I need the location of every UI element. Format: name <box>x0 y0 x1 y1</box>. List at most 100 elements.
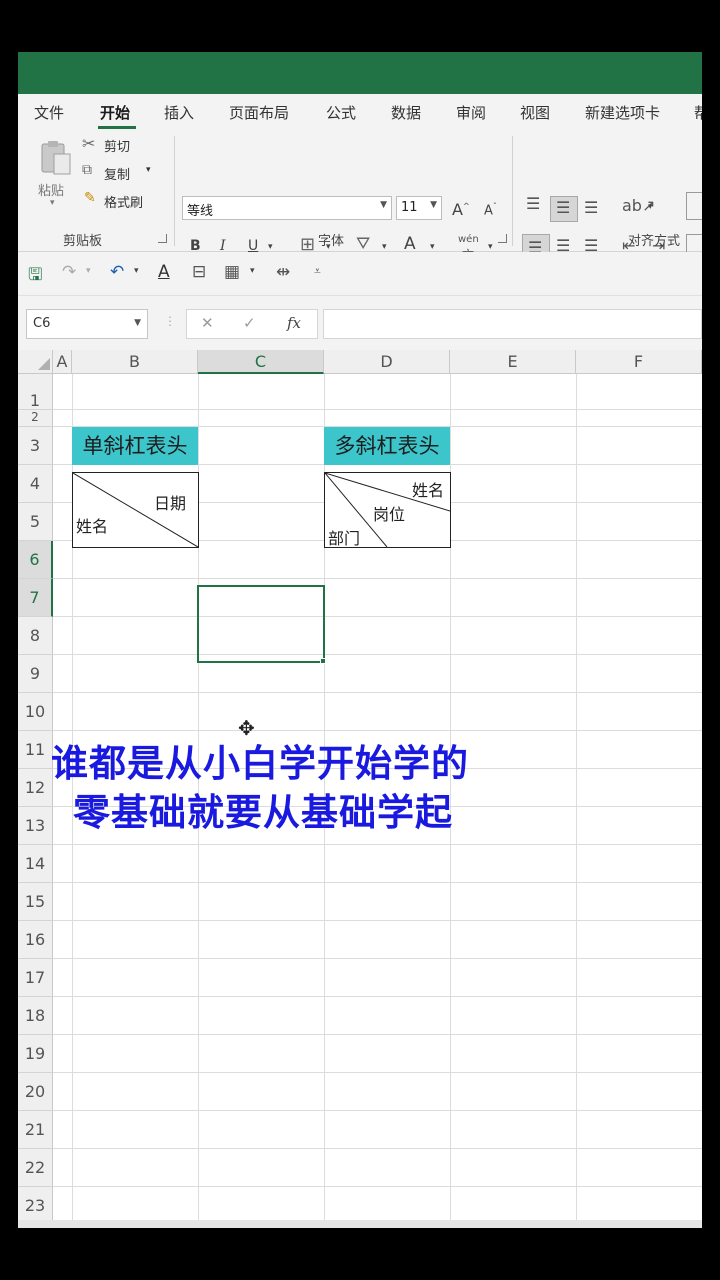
row-header-10[interactable]: 10 <box>18 693 53 731</box>
font-color-quick-icon[interactable]: A <box>158 262 170 282</box>
multi-slash-header-title[interactable]: 多斜杠表头 <box>324 427 450 465</box>
tab-home[interactable]: 开始 <box>100 102 130 123</box>
save-icon[interactable]: 🖫 <box>28 262 42 291</box>
formula-input[interactable] <box>323 309 702 339</box>
cancel-entry-icon[interactable]: ✕ <box>201 314 214 332</box>
font-group-label: 字体 <box>318 234 345 249</box>
middle-align-icon: ☰ <box>556 198 571 217</box>
col-header-f[interactable]: F <box>576 350 702 374</box>
row-header-5[interactable]: 5 <box>18 503 53 541</box>
format-painter-button[interactable]: ✎ 格式刷 <box>82 190 172 212</box>
name-box[interactable]: C6 ▼ <box>26 309 148 339</box>
font-size-select[interactable]: 11 ▼ <box>396 196 442 220</box>
col-header-d[interactable]: D <box>324 350 450 374</box>
bottom-align-icon[interactable]: ☰ <box>584 198 598 217</box>
row-header-16[interactable]: 16 <box>18 921 53 959</box>
column-width-icon[interactable]: ⇹ <box>276 262 290 282</box>
tab-page-layout[interactable]: 页面布局 <box>229 102 289 123</box>
grid-line <box>53 1148 702 1149</box>
chevron-down-icon[interactable]: ▾ <box>430 242 435 252</box>
row-header-4[interactable]: 4 <box>18 465 53 503</box>
undo-icon[interactable]: ↶ <box>110 262 124 282</box>
cut-button[interactable]: ✂ 剪切 <box>82 134 162 156</box>
tab-view[interactable]: 视图 <box>520 102 550 123</box>
grid-line <box>53 844 702 845</box>
single-slash-header-title[interactable]: 单斜杠表头 <box>72 427 198 465</box>
row-header-20[interactable]: 20 <box>18 1073 53 1111</box>
paste-dropdown-icon: ▾ <box>50 198 55 208</box>
tab-data[interactable]: 数据 <box>391 102 421 123</box>
active-tab-underline <box>98 126 136 129</box>
row-header-11[interactable]: 11 <box>18 731 53 769</box>
row-header-8[interactable]: 8 <box>18 617 53 655</box>
insert-function-icon[interactable]: fx <box>287 314 301 332</box>
single-header-bottom-left-label: 姓名 <box>76 517 109 536</box>
chevron-down-icon[interactable]: ▾ <box>488 242 493 252</box>
tab-help[interactable]: 帮 <box>694 102 702 123</box>
chevron-down-icon[interactable]: ▾ <box>250 266 255 276</box>
row-header-21[interactable]: 21 <box>18 1111 53 1149</box>
middle-align-button[interactable]: ☰ <box>550 196 578 222</box>
fill-handle[interactable] <box>320 658 326 664</box>
row-header-12[interactable]: 12 <box>18 769 53 807</box>
chevron-down-icon[interactable]: ▾ <box>648 202 653 212</box>
row-header-2[interactable]: 2 <box>18 410 53 427</box>
row-header-19[interactable]: 19 <box>18 1035 53 1073</box>
tab-formulas[interactable]: 公式 <box>326 102 356 123</box>
tab-review[interactable]: 审阅 <box>456 102 486 123</box>
row-header-3[interactable]: 3 <box>18 427 53 465</box>
paste-button[interactable]: 粘贴 ▾ <box>32 136 78 216</box>
select-all-corner[interactable] <box>18 350 53 374</box>
tab-insert[interactable]: 插入 <box>164 102 194 123</box>
clipboard-launcher-icon[interactable] <box>158 234 167 243</box>
row-header-18[interactable]: 18 <box>18 997 53 1035</box>
alignment-group-label: 对齐方式 <box>628 234 681 249</box>
format-table-icon[interactable]: ▦ <box>224 262 240 282</box>
chevron-down-icon[interactable]: ▾ <box>134 266 139 276</box>
grow-font-icon[interactable]: A^ <box>452 200 470 219</box>
tab-file[interactable]: 文件 <box>34 102 64 123</box>
phonetic-guide-icon[interactable]: wén <box>458 234 479 245</box>
confirm-entry-icon[interactable]: ✓ <box>243 314 256 332</box>
chevron-down-icon[interactable]: ▾ <box>268 242 273 252</box>
font-name-value: 等线 <box>187 204 214 219</box>
customize-qat-icon[interactable]: ⩡ <box>314 264 321 279</box>
row-header-6[interactable]: 6 <box>18 541 53 579</box>
wrap-text-icon[interactable] <box>686 192 702 220</box>
row-header-1[interactable]: 1 <box>18 374 53 410</box>
col-header-c[interactable]: C <box>198 350 324 374</box>
grid-line <box>53 1110 702 1111</box>
fill-color-icon[interactable]: ⛛ <box>356 234 370 254</box>
caption-line-2: 零基础就要从基础学起 <box>73 791 453 834</box>
grid-line <box>53 730 702 731</box>
paste-label: 粘贴 <box>38 184 65 199</box>
redo-icon[interactable]: ↷ <box>62 262 76 282</box>
font-color-button[interactable]: A <box>404 234 416 254</box>
top-align-icon[interactable]: ☰ <box>526 194 540 213</box>
shrink-font-icon[interactable]: Aˇ <box>484 202 497 218</box>
row-header-14[interactable]: 14 <box>18 845 53 883</box>
row-header-7[interactable]: 7 <box>18 579 53 617</box>
row-header-9[interactable]: 9 <box>18 655 53 693</box>
chevron-down-icon[interactable]: ▾ <box>86 266 91 276</box>
row-header-17[interactable]: 17 <box>18 959 53 997</box>
multi-slash-header-cell[interactable]: 姓名 岗位 部门 <box>324 472 451 548</box>
row-header-22[interactable]: 22 <box>18 1149 53 1187</box>
scissors-icon: ✂ <box>82 134 96 153</box>
single-slash-header-cell[interactable]: 日期 姓名 <box>72 472 199 548</box>
row-header-15[interactable]: 15 <box>18 883 53 921</box>
font-name-select[interactable]: 等线 ▼ <box>182 196 392 220</box>
col-header-a[interactable]: A <box>53 350 72 374</box>
active-cell-selection[interactable] <box>197 585 325 663</box>
row-header-13[interactable]: 13 <box>18 807 53 845</box>
copy-button[interactable]: ⧉ 复制 ▾ <box>82 162 166 184</box>
grid-line <box>53 996 702 997</box>
name-box-value: C6 <box>33 316 51 331</box>
merge-quick-icon[interactable]: ⊟ <box>192 262 206 282</box>
worksheet-grid[interactable]: A B C D E F 1 2 3 4 5 6 7 8 9 10 11 12 13 14 15 16 17 18 1… <box>18 350 702 1228</box>
col-header-e[interactable]: E <box>450 350 576 374</box>
chevron-down-icon[interactable]: ▾ <box>382 242 387 252</box>
col-header-b[interactable]: B <box>72 350 198 374</box>
tab-new-tab[interactable]: 新建选项卡 <box>585 102 660 123</box>
font-launcher-icon[interactable] <box>498 234 507 243</box>
